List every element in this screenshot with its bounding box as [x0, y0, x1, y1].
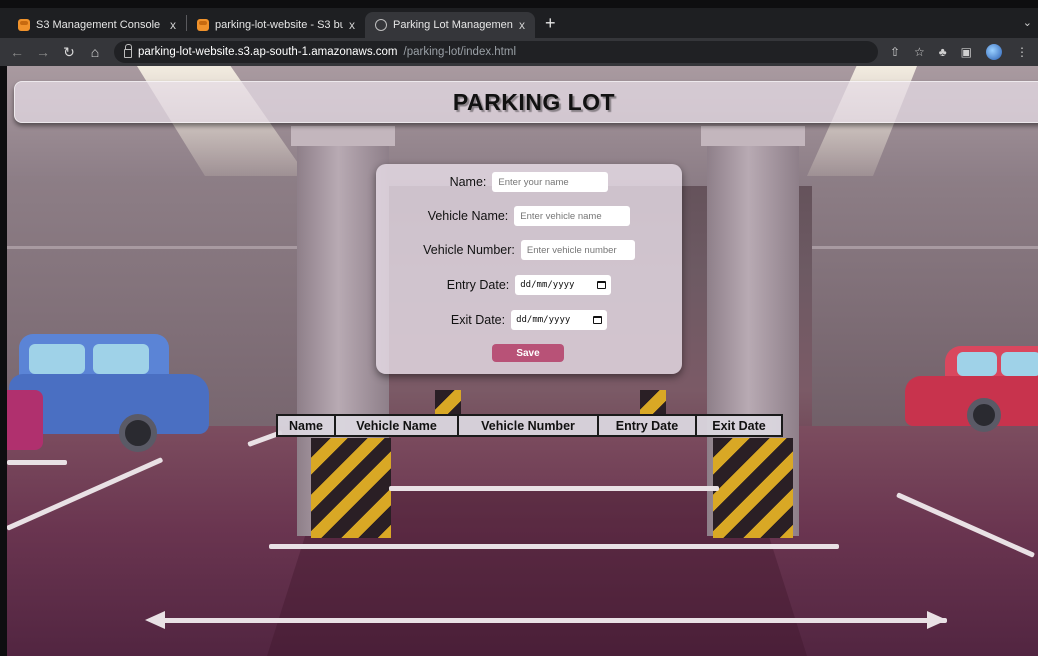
globe-icon — [375, 19, 387, 31]
close-tab-icon[interactable]: x — [519, 18, 525, 32]
tab-title: S3 Management Console — [36, 19, 161, 31]
vehicle-name-row: Vehicle Name: — [376, 206, 682, 226]
lock-icon[interactable] — [124, 44, 132, 58]
floor-arrow — [145, 611, 165, 629]
vehicle-number-row: Vehicle Number: — [376, 240, 682, 260]
tab-title: Parking Lot Management Syste — [393, 19, 513, 31]
tab-title: parking-lot-website - S3 bucke — [215, 19, 343, 31]
column-header-name: Name — [276, 414, 336, 437]
hazard-stripes — [311, 438, 391, 538]
close-tab-icon[interactable]: x — [170, 18, 176, 32]
floor-marking — [157, 618, 947, 623]
url-path: /parking-lot/index.html — [403, 46, 517, 58]
save-button[interactable]: Save — [492, 344, 564, 362]
menu-icon[interactable]: ⋮ — [1016, 45, 1028, 59]
column-header-vehicle-number: Vehicle Number — [457, 414, 599, 437]
sidepanel-icon[interactable]: ▣ — [961, 45, 972, 59]
calendar-icon[interactable] — [597, 281, 607, 289]
floor-arrow — [927, 611, 947, 629]
name-input[interactable] — [492, 172, 609, 192]
aws-icon — [197, 19, 209, 31]
share-icon[interactable]: ⇧ — [890, 45, 900, 59]
exit-date-value: dd/mm/yyyy — [516, 315, 571, 325]
entry-date-row: Entry Date: dd/mm/yyyy — [376, 275, 682, 295]
chevron-down-icon[interactable]: ⌄ — [1023, 16, 1032, 29]
tab-s3-bucket[interactable]: parking-lot-website - S3 bucke x — [187, 12, 365, 38]
column-header-vehicle-name: Vehicle Name — [334, 414, 459, 437]
parking-records-table: Name Vehicle Name Vehicle Number Entry D… — [276, 414, 783, 437]
wall-stripe — [812, 246, 1038, 249]
forward-icon[interactable]: → — [36, 44, 50, 60]
url-host: parking-lot-website.s3.ap-south-1.amazon… — [138, 46, 398, 58]
profile-avatar[interactable] — [986, 44, 1002, 60]
column-header-exit-date: Exit Date — [695, 414, 783, 437]
wall-stripe — [7, 246, 307, 249]
exit-date-label: Exit Date: — [450, 313, 506, 327]
hazard-stripes — [713, 438, 793, 538]
close-tab-icon[interactable]: x — [349, 18, 355, 32]
pink-car — [7, 390, 43, 450]
column-header-entry-date: Entry Date — [597, 414, 697, 437]
hazard-stripes — [435, 390, 461, 416]
table-header-row: Name Vehicle Name Vehicle Number Entry D… — [276, 414, 783, 437]
star-icon[interactable]: ☆ — [914, 45, 925, 59]
vehicle-number-input[interactable] — [520, 240, 635, 260]
name-label: Name: — [449, 175, 487, 189]
tab-parking-lot[interactable]: Parking Lot Management Syste x — [365, 12, 535, 38]
floor-marking — [269, 544, 839, 549]
name-row: Name: — [376, 172, 682, 192]
extensions-icon[interactable]: ♣ — [939, 45, 947, 59]
address-bar[interactable]: parking-lot-website.s3.ap-south-1.amazon… — [114, 41, 878, 63]
vehicle-number-label: Vehicle Number: — [423, 243, 515, 257]
exit-date-row: Exit Date: dd/mm/yyyy — [376, 310, 682, 330]
aws-icon — [18, 19, 30, 31]
vehicle-name-label: Vehicle Name: — [427, 209, 509, 223]
browser-toolbar: ← → ↻ ⌂ parking-lot-website.s3.ap-south-… — [0, 38, 1038, 66]
hazard-stripes — [640, 390, 666, 416]
page-header: PARKING LOT — [14, 81, 1038, 123]
entry-date-value: dd/mm/yyyy — [520, 280, 575, 290]
reload-icon[interactable]: ↻ — [62, 44, 76, 61]
home-icon[interactable]: ⌂ — [88, 44, 102, 60]
page-viewport: PARKING LOT Name: Vehicle Name: Vehicle … — [7, 66, 1038, 656]
tab-s3-console[interactable]: S3 Management Console x — [8, 12, 186, 38]
page-title: PARKING LOT — [452, 88, 616, 115]
vehicle-name-input[interactable] — [514, 206, 631, 226]
red-car — [905, 346, 1038, 446]
entry-date-input[interactable]: dd/mm/yyyy — [515, 275, 612, 295]
floor-marking — [389, 486, 719, 491]
tab-strip: S3 Management Console x parking-lot-webs… — [0, 8, 1038, 38]
toolbar-icons: ⇧ ☆ ♣ ▣ ⋮ — [890, 44, 1028, 60]
parking-form: Name: Vehicle Name: Vehicle Number: Entr… — [376, 164, 682, 374]
new-tab-icon[interactable]: + — [535, 13, 566, 34]
calendar-icon[interactable] — [593, 316, 603, 324]
entry-date-label: Entry Date: — [446, 278, 510, 292]
exit-date-input[interactable]: dd/mm/yyyy — [511, 310, 608, 330]
back-icon[interactable]: ← — [10, 44, 24, 60]
